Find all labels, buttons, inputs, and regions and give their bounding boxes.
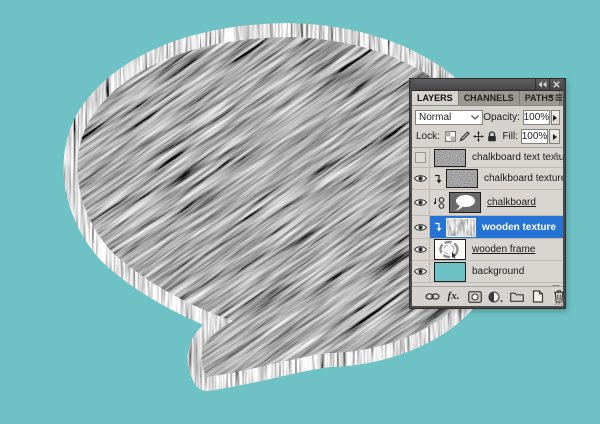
visibility-empty-checkbox <box>415 152 426 163</box>
blend-mode-value: Normal <box>419 112 451 123</box>
close-panel-button[interactable] <box>549 79 563 90</box>
photoshop-canvas: LAYERS CHANNELS PATHS Normal Opacity: <box>0 0 600 424</box>
panel-titlebar[interactable] <box>412 79 563 91</box>
fx-icon: fx. <box>448 291 460 302</box>
layer-thumbnail[interactable] <box>434 239 466 260</box>
layer-name[interactable]: wooden frame <box>472 244 535 255</box>
lock-pixels-brush-icon[interactable] <box>459 131 470 142</box>
lock-all-padlock-icon[interactable] <box>487 131 497 142</box>
new-group-button[interactable] <box>509 290 524 304</box>
eye-icon <box>414 223 427 232</box>
layer-row-wooden-texture[interactable]: wooden texture <box>412 216 563 239</box>
visibility-toggle[interactable] <box>412 216 430 238</box>
layer-thumbnail[interactable] <box>446 169 478 188</box>
layer-thumbnail[interactable] <box>434 202 436 204</box>
layer-name[interactable]: wooden texture <box>482 222 556 233</box>
spinner-arrow-icon <box>553 115 557 121</box>
new-layer-button[interactable] <box>530 290 545 304</box>
layer-name[interactable]: chalkboard texture <box>484 173 563 184</box>
layer-controls: Normal Opacity: 100% Lock: <box>412 106 563 147</box>
lock-transparency-icon[interactable] <box>445 131 456 142</box>
fill-label: Fill: <box>502 131 518 142</box>
layer-mask-icon <box>468 291 482 303</box>
layer-panel-toolbar: fx. <box>412 286 563 306</box>
eye-icon <box>414 267 427 276</box>
close-icon <box>553 81 560 88</box>
layer-name[interactable]: chalkboard <box>487 197 536 208</box>
chevron-down-icon <box>471 115 479 120</box>
panel-resize-grip[interactable] <box>554 297 563 306</box>
visibility-toggle[interactable] <box>412 261 430 282</box>
lock-label: Lock: <box>416 131 440 142</box>
scroll-up-arrow[interactable] <box>552 152 560 157</box>
lock-buttons <box>445 131 497 142</box>
eye-icon <box>414 245 427 254</box>
visibility-toggle[interactable] <box>412 239 430 260</box>
tab-channels[interactable]: CHANNELS <box>459 91 520 105</box>
fill-value-field[interactable]: 100% <box>521 129 548 144</box>
layers-panel: LAYERS CHANNELS PATHS Normal Opacity: <box>410 79 565 308</box>
layer-thumbnail[interactable] <box>434 262 466 282</box>
chain-link-icon <box>425 292 440 301</box>
panel-tab-bar: LAYERS CHANNELS PATHS <box>412 91 563 106</box>
new-adjustment-layer-button[interactable] <box>488 290 503 304</box>
fill-spinner-button[interactable] <box>549 129 560 144</box>
layer-style-button[interactable]: fx. <box>446 290 461 304</box>
clipping-mask-icon <box>432 222 442 232</box>
layer-name[interactable]: chalkboard text texture <box>472 152 563 163</box>
visibility-toggle[interactable] <box>412 148 430 167</box>
layer-name[interactable]: background <box>472 266 524 277</box>
layer-row-wooden-frame[interactable]: wooden frame <box>412 239 563 261</box>
collapse-panel-button[interactable] <box>535 79 549 90</box>
layer-row-chalkboard-texture[interactable]: chalkboard texture <box>412 168 563 190</box>
visibility-toggle[interactable] <box>412 168 430 189</box>
fill-value: 100% <box>522 131 548 142</box>
opacity-value: 100% <box>524 112 550 123</box>
panel-menu-button[interactable] <box>549 94 562 103</box>
layer-row-chalkboard-text-texture[interactable]: chalkboard text texture <box>412 148 563 168</box>
tab-layers[interactable]: LAYERS <box>412 91 459 105</box>
new-layer-icon <box>532 290 544 303</box>
panel-menu-icon <box>549 94 562 103</box>
opacity-label: Opacity: <box>483 112 520 123</box>
mask-link-icon[interactable] <box>438 196 445 210</box>
lock-position-move-icon[interactable] <box>473 131 484 142</box>
blend-mode-select[interactable]: Normal <box>415 110 483 125</box>
layer-row-chalkboard[interactable]: chalkboard <box>412 190 563 216</box>
layer-thumbnail[interactable] <box>434 149 466 167</box>
layer-thumbnail[interactable] <box>446 218 476 237</box>
spinner-arrow-icon <box>553 134 557 140</box>
layer-list: chalkboard text texture <box>412 147 563 294</box>
vector-mask-thumbnail[interactable] <box>449 192 481 213</box>
collapse-arrows-icon <box>538 81 547 88</box>
layer-row-background[interactable]: background <box>412 261 563 283</box>
visibility-toggle[interactable] <box>412 190 430 215</box>
folder-icon <box>510 291 524 302</box>
resize-grip-icon <box>554 297 563 306</box>
eye-icon <box>414 198 427 207</box>
opacity-spinner-button[interactable] <box>551 110 560 125</box>
eye-icon <box>414 174 427 183</box>
adjustment-layer-icon <box>488 291 503 303</box>
add-layer-mask-button[interactable] <box>467 290 482 304</box>
opacity-value-field[interactable]: 100% <box>523 110 550 125</box>
clipping-mask-icon <box>432 174 442 184</box>
link-layers-button[interactable] <box>425 290 440 304</box>
